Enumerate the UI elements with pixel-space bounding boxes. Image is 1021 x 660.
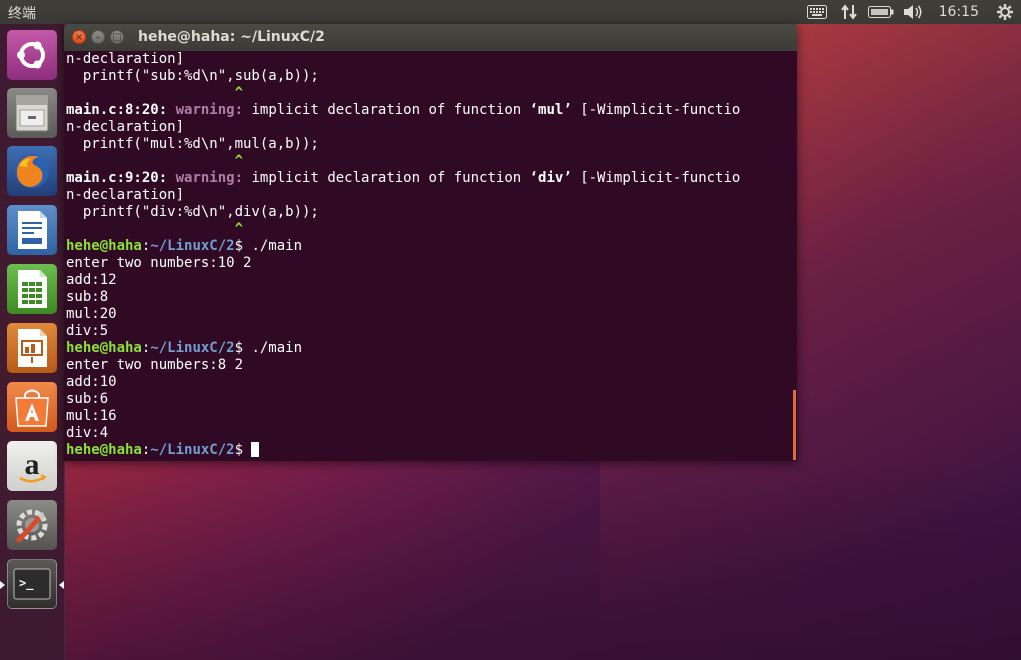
warning-location: main.c:9:20: bbox=[66, 170, 168, 186]
active-app-title: 终端 bbox=[8, 6, 36, 22]
amazon-icon: a bbox=[19, 448, 47, 483]
output-line: printf("sub:%d\n",sub(a,b)); bbox=[66, 68, 319, 84]
calc-icon bbox=[18, 270, 47, 308]
shopping-bag-icon bbox=[15, 389, 49, 427]
focus-indicator bbox=[59, 581, 64, 589]
network-icon[interactable] bbox=[833, 0, 865, 24]
volume-icon[interactable] bbox=[897, 0, 929, 24]
output-line: enter two numbers:10 2 bbox=[66, 255, 252, 271]
window-titlebar[interactable]: × – □ hehe@haha: ~/LinuxC/2 bbox=[64, 24, 797, 51]
caret-line: ^ bbox=[66, 85, 244, 101]
file-cabinet-icon bbox=[15, 94, 49, 132]
text-cursor bbox=[251, 442, 260, 457]
warning-text: implicit declaration of function bbox=[243, 102, 530, 118]
prompt-dollar: $ bbox=[234, 442, 252, 458]
output-line: div:4 bbox=[66, 425, 109, 441]
warning-label: warning: bbox=[175, 170, 244, 186]
prompt-line: hehe@haha:~/LinuxC/2$ ./main bbox=[66, 238, 792, 255]
launcher-item-ubuntu-software[interactable] bbox=[7, 382, 57, 432]
warning-flag: [-Wimplicit-functio bbox=[571, 102, 741, 118]
gear-icon[interactable] bbox=[989, 0, 1021, 24]
launcher-item-ubuntu-dash[interactable] bbox=[7, 30, 57, 80]
command: ./main bbox=[251, 238, 303, 254]
window-title: hehe@haha: ~/LinuxC/2 bbox=[138, 29, 325, 45]
writer-icon bbox=[18, 211, 47, 249]
amazon-letter: a bbox=[25, 448, 40, 481]
terminal-icon: >_ bbox=[13, 568, 51, 600]
wallpaper-shade bbox=[64, 460, 1021, 660]
command: ./main bbox=[251, 340, 303, 356]
clock[interactable]: 16:15 bbox=[929, 4, 989, 20]
launcher-item-terminal[interactable]: >_ bbox=[7, 559, 57, 609]
prompt-path: ~/LinuxC/2 bbox=[150, 238, 235, 254]
output-line: add:12 bbox=[66, 272, 117, 288]
output-line: n-declaration] bbox=[66, 119, 185, 135]
scrollbar-thumb[interactable] bbox=[793, 390, 796, 460]
output-line: printf("div:%d\n",div(a,b)); bbox=[66, 204, 319, 220]
output-line: enter two numbers:8 2 bbox=[66, 357, 244, 373]
running-indicator bbox=[0, 581, 5, 589]
launcher-item-firefox[interactable] bbox=[7, 146, 57, 196]
prompt-user: hehe@haha bbox=[66, 340, 142, 356]
close-button[interactable]: × bbox=[72, 30, 86, 44]
output-line: mul:16 bbox=[66, 408, 117, 424]
launcher-item-amazon[interactable]: a bbox=[7, 441, 57, 491]
output-line: sub:6 bbox=[66, 391, 109, 407]
warning-text: implicit declaration of function bbox=[243, 170, 530, 186]
prompt-dollar: $ bbox=[234, 238, 252, 254]
keyboard-icon[interactable] bbox=[801, 0, 833, 24]
terminal-glyph: >_ bbox=[19, 576, 34, 591]
prompt-line[interactable]: hehe@haha:~/LinuxC/2$ bbox=[66, 442, 792, 459]
launcher: a >_ bbox=[0, 24, 65, 660]
warning-line: main.c:8:20: warning: implicit declarati… bbox=[66, 102, 792, 119]
ubuntu-logo-icon bbox=[17, 41, 45, 69]
terminal-output[interactable]: n-declaration] printf("sub:%d\n",sub(a,b… bbox=[66, 51, 792, 461]
output-line: n-declaration] bbox=[66, 187, 185, 203]
launcher-item-files[interactable] bbox=[7, 88, 57, 138]
prompt-path: ~/LinuxC/2 bbox=[150, 442, 235, 458]
prompt-line: hehe@haha:~/LinuxC/2$ ./main bbox=[66, 340, 792, 357]
launcher-item-libreoffice-calc[interactable] bbox=[7, 264, 57, 314]
launcher-item-libreoffice-writer[interactable] bbox=[7, 205, 57, 255]
warning-label: warning: bbox=[175, 102, 244, 118]
warning-function: ‘div’ bbox=[529, 170, 572, 186]
launcher-item-libreoffice-impress[interactable] bbox=[7, 323, 57, 373]
minimize-button[interactable]: – bbox=[91, 30, 105, 44]
prompt-path: ~/LinuxC/2 bbox=[150, 340, 235, 356]
battery-icon[interactable] bbox=[865, 0, 897, 24]
output-line: add:10 bbox=[66, 374, 117, 390]
caret-line: ^ bbox=[66, 153, 244, 169]
terminal-window[interactable]: × – □ hehe@haha: ~/LinuxC/2 n-declaratio… bbox=[64, 24, 797, 461]
warning-function: ‘mul’ bbox=[529, 102, 572, 118]
indicator-area: 16:15 bbox=[801, 0, 1021, 24]
settings-wrench-icon bbox=[16, 509, 48, 543]
maximize-button[interactable]: □ bbox=[110, 30, 124, 44]
warning-line: main.c:9:20: warning: implicit declarati… bbox=[66, 170, 792, 187]
top-panel: 终端 16:15 bbox=[0, 0, 1021, 24]
output-line: mul:20 bbox=[66, 306, 117, 322]
caret-line: ^ bbox=[66, 221, 244, 237]
warning-flag: [-Wimplicit-functio bbox=[571, 170, 741, 186]
output-line: sub:8 bbox=[66, 289, 109, 305]
impress-icon bbox=[18, 329, 47, 367]
output-line: div:5 bbox=[66, 323, 109, 339]
output-line: n-declaration] bbox=[66, 51, 185, 67]
launcher-item-system-settings[interactable] bbox=[7, 500, 57, 550]
warning-location: main.c:8:20: bbox=[66, 102, 168, 118]
output-line: printf("mul:%d\n",mul(a,b)); bbox=[66, 136, 319, 152]
prompt-dollar: $ bbox=[234, 340, 252, 356]
firefox-icon bbox=[15, 154, 49, 188]
prompt-user: hehe@haha bbox=[66, 238, 142, 254]
prompt-user: hehe@haha bbox=[66, 442, 142, 458]
